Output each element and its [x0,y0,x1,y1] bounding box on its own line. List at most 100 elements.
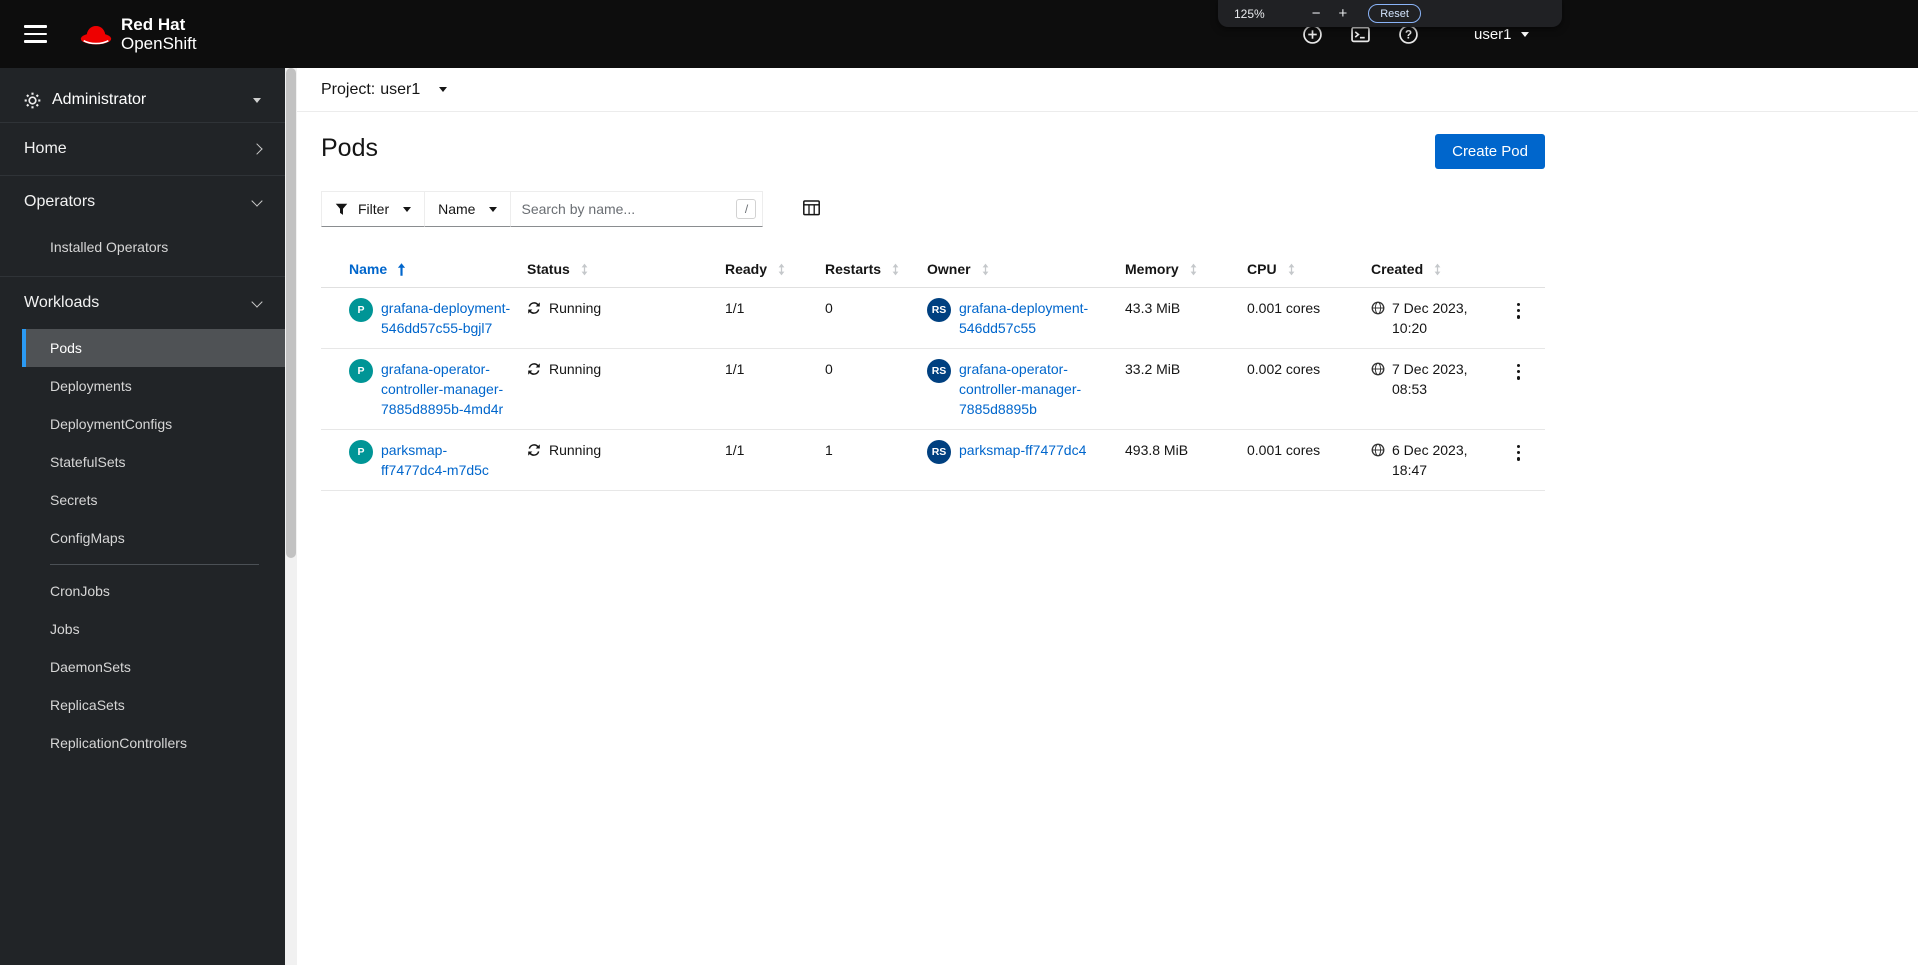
column-header-status[interactable]: Status [527,251,725,288]
memory-cell: 33.2 MiB [1125,348,1247,430]
status-text: Running [549,361,602,377]
sidebar-item-label: Workloads [24,294,100,311]
help-icon[interactable]: ? [1399,24,1418,44]
chevron-down-icon [251,194,263,207]
created-text: 7 Dec 2023, 10:20 [1392,300,1468,336]
nav-divider [50,564,259,565]
row-kebab-menu[interactable] [1509,298,1528,324]
sidebar-item-daemonsets[interactable]: DaemonSets [22,648,285,686]
search-shortcut-hint: / [736,199,757,219]
sidebar-item-configmaps[interactable]: ConfigMaps [22,519,285,557]
replicaset-badge-icon: RS [927,298,951,322]
replicaset-badge-icon: RS [927,359,951,383]
cpu-cell: 0.002 cores [1247,348,1371,430]
sort-ascending-icon [398,262,406,276]
zoom-in-button[interactable]: + [1329,6,1356,21]
search-box: / [510,191,764,227]
sidebar-item-home[interactable]: Home [0,123,285,175]
column-label: Memory [1125,261,1179,277]
nav-toggle-button[interactable] [24,25,47,43]
sidebar-item-cronjobs[interactable]: CronJobs [22,572,285,610]
sidebar-scrollbar[interactable] [285,68,297,965]
column-label: Ready [725,261,768,277]
column-header-created[interactable]: Created [1371,251,1508,288]
brand-logo[interactable]: Red Hat OpenShift [77,15,197,53]
sort-icon [1190,263,1197,275]
project-value: user1 [380,80,421,98]
owner-link[interactable]: grafana-deployment-546dd57c55 [959,298,1109,338]
sidebar-item-workloads[interactable]: Workloads [0,277,285,329]
memory-cell: 43.3 MiB [1125,287,1247,349]
pod-link[interactable]: grafana-operator-controller-manager-7885… [381,359,511,419]
sort-icon [892,263,899,275]
sidebar-item-secrets[interactable]: Secrets [22,481,285,519]
created-text: 7 Dec 2023, 08:53 [1392,361,1468,397]
status-text: Running [549,300,602,316]
filter-dropdown[interactable]: Filter [321,191,426,227]
row-kebab-menu[interactable] [1509,440,1528,466]
sidebar-item-installed-operators[interactable]: Installed Operators [22,228,285,266]
user-name: user1 [1474,25,1512,43]
brand-line1: Red Hat [121,15,186,34]
status-text: Running [549,442,602,458]
zoom-reset-button[interactable]: Reset [1368,4,1421,23]
sidebar-item-replicasets[interactable]: ReplicaSets [22,686,285,724]
column-header-ready[interactable]: Ready [725,251,825,288]
search-input[interactable] [510,191,764,227]
project-label: Project: [321,80,376,98]
pod-link[interactable]: parksmap-ff7477dc4-m7d5c [381,440,511,480]
table-row: P grafana-deployment-546dd57c55-bgjl7 Ru… [321,287,1545,349]
column-header-memory[interactable]: Memory [1125,251,1247,288]
terminal-icon[interactable] [1351,25,1370,44]
zoom-out-button[interactable]: − [1303,6,1330,21]
masthead: Red Hat OpenShift ? user1 125% − + Reset [0,0,1918,68]
sidebar-item-pods[interactable]: Pods [22,329,285,367]
owner-link[interactable]: grafana-operator-controller-manager-7885… [959,359,1109,419]
chevron-down-icon [489,206,498,212]
column-header-restarts[interactable]: Restarts [825,251,927,288]
column-header-cpu[interactable]: CPU [1247,251,1371,288]
owner-link[interactable]: parksmap-ff7477dc4 [959,440,1109,460]
column-header-name[interactable]: Name [321,251,527,288]
column-management-button[interactable] [799,196,824,223]
project-selector[interactable]: Project: user1 [321,80,448,99]
cpu-cell: 0.001 cores [1247,287,1371,349]
search-attribute-label: Name [438,201,476,217]
globe-timestamp-icon [1371,443,1385,457]
sidebar-item-operators[interactable]: Operators [0,176,285,228]
user-menu[interactable]: user1 [1474,26,1529,43]
zoom-level: 125% [1234,6,1265,21]
perspective-label: Administrator [52,91,147,108]
create-pod-button[interactable]: Create Pod [1435,134,1545,169]
row-kebab-menu[interactable] [1509,359,1528,385]
columns-icon [803,199,821,215]
chevron-down-icon [1520,31,1529,37]
quick-create-icon[interactable] [1303,24,1322,44]
column-header-actions [1508,251,1545,288]
pod-link[interactable]: grafana-deployment-546dd57c55-bgjl7 [381,298,511,338]
memory-cell: 493.8 MiB [1125,429,1247,491]
restarts-cell: 0 [825,287,927,349]
chevron-down-icon [253,97,261,103]
sidebar-item-deployments[interactable]: Deployments [22,367,285,405]
ready-cell: 1/1 [725,287,825,349]
column-header-owner[interactable]: Owner [927,251,1125,288]
sync-running-icon [528,444,540,456]
sync-running-icon [528,363,540,375]
perspective-switcher[interactable]: Administrator [0,78,285,123]
sidebar-item-statefulsets[interactable]: StatefulSets [22,443,285,481]
search-attribute-dropdown[interactable]: Name [424,191,512,227]
filter-funnel-icon [335,203,348,215]
list-toolbar: Filter Name / [297,191,1545,227]
column-label: Name [349,261,388,277]
restarts-cell: 0 [825,348,927,430]
sidebar-nav: Administrator Home Operators Installed O… [0,68,285,965]
sort-icon [581,263,588,275]
sidebar-item-jobs[interactable]: Jobs [22,610,285,648]
scrollbar-thumb[interactable] [286,68,296,558]
page-title: Pods [321,134,378,162]
gear-icon [24,92,41,108]
sidebar-item-replicationcontrollers[interactable]: ReplicationControllers [22,724,285,762]
sort-icon [1288,263,1294,275]
sidebar-item-deploymentconfigs[interactable]: DeploymentConfigs [22,405,285,443]
